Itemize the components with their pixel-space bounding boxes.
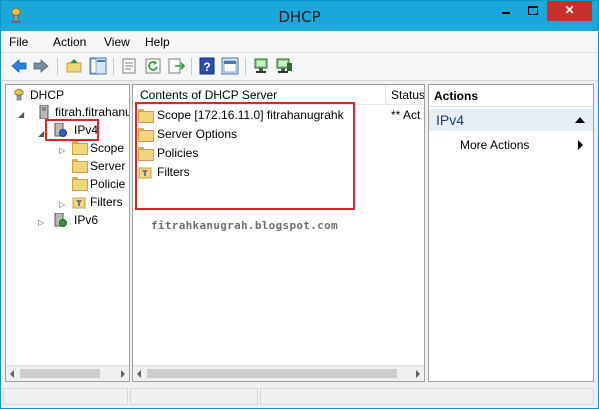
scroll-left-icon[interactable]: [137, 370, 141, 378]
close-button[interactable]: ✕: [547, 1, 592, 21]
show-hide-action-pane-icon[interactable]: [221, 57, 239, 75]
menu-help[interactable]: Help: [145, 35, 170, 49]
close-icon: ✕: [564, 3, 575, 17]
minimize-icon: [502, 12, 510, 14]
menu-action[interactable]: Action: [53, 35, 86, 49]
expand-arrow-icon[interactable]: ▷: [59, 146, 65, 155]
filter-folder-icon: [72, 197, 86, 209]
status-cell-1: [3, 388, 128, 405]
toolbar: ?: [1, 53, 598, 81]
toolbar-separator: [245, 58, 246, 75]
actions-pane: Actions IPv4 More Actions: [428, 84, 594, 382]
toolbar-separator: [57, 58, 58, 75]
folder-icon: [72, 159, 88, 173]
ipv6-server-icon: [54, 213, 67, 227]
help-icon[interactable]: ?: [198, 57, 216, 75]
actions-title: Actions: [429, 85, 593, 107]
contents-highlight-box: [135, 102, 355, 210]
show-hide-tree-icon[interactable]: [89, 57, 107, 75]
server-tower-icon: [39, 105, 49, 119]
status-cell-3: [260, 388, 594, 405]
server-icon[interactable]: [252, 57, 270, 75]
menu-bar: File Action View Help: [1, 31, 598, 53]
title-bar[interactable]: DHCP ✕: [1, 1, 598, 31]
content-horizontal-scrollbar[interactable]: [133, 365, 424, 381]
content-pane: Contents of DHCP Server Status Scope [17…: [132, 84, 425, 382]
scroll-right-icon[interactable]: [121, 370, 125, 378]
status-bar: [1, 385, 598, 408]
minimize-button[interactable]: [493, 1, 519, 21]
status-cell-2: [130, 388, 258, 405]
scroll-left-icon[interactable]: [10, 370, 14, 378]
submenu-arrow-icon[interactable]: [578, 140, 583, 150]
tree-label: Policie: [90, 177, 126, 191]
back-arrow-icon[interactable]: [10, 57, 28, 75]
dhcp-icon: [14, 88, 24, 101]
folder-icon: [72, 141, 88, 155]
status-cell: ** Act: [391, 108, 421, 122]
maximize-button[interactable]: [520, 1, 546, 21]
actions-group-ipv4[interactable]: IPv4: [429, 109, 593, 131]
tree-horizontal-scrollbar[interactable]: [6, 365, 129, 381]
properties-icon[interactable]: [120, 57, 138, 75]
tree-label: IPv6: [74, 213, 99, 227]
expand-arrow-icon[interactable]: ▷: [38, 218, 44, 227]
export-list-icon[interactable]: [167, 57, 185, 75]
actions-group-label: IPv4: [436, 112, 465, 128]
menu-view[interactable]: View: [104, 35, 130, 49]
watermark-text: fitrahkanugrah.blogspot.com: [151, 219, 338, 232]
tree-pane: DHCP ◢ fitrah.fitrahanu ◢ IPv4 ▷ Scope S…: [5, 84, 130, 382]
expand-arrow-icon[interactable]: ▷: [59, 200, 65, 209]
column-header-status[interactable]: Status: [386, 85, 424, 105]
server-authorize-icon[interactable]: [275, 57, 293, 75]
scroll-thumb[interactable]: [20, 369, 100, 378]
tree-label: fitrah.fitrahanu: [55, 105, 130, 119]
tree-label: Server: [90, 159, 126, 173]
tree-label: DHCP: [30, 88, 65, 102]
tree-label: Scope: [90, 141, 125, 155]
up-folder-icon[interactable]: [65, 57, 83, 75]
tree-label: Filters: [90, 195, 123, 209]
toolbar-separator: [191, 58, 192, 75]
scroll-thumb[interactable]: [147, 369, 397, 378]
dhcp-window: DHCP ✕ File Action View Help ? DHCP ◢ fi…: [0, 0, 599, 409]
collapse-arrow-icon[interactable]: ◢: [38, 129, 44, 138]
forward-arrow-icon[interactable]: [32, 57, 50, 75]
maximize-icon: [528, 6, 538, 15]
collapse-arrow-icon[interactable]: ◢: [18, 110, 24, 119]
menu-file[interactable]: File: [9, 35, 28, 49]
ipv4-highlight-box: [45, 119, 99, 141]
svg-text:?: ?: [203, 60, 210, 74]
more-actions-link[interactable]: More Actions: [460, 138, 529, 152]
refresh-icon[interactable]: [144, 57, 162, 75]
folder-icon: [72, 177, 88, 191]
toolbar-separator: [113, 58, 114, 75]
scroll-right-icon[interactable]: [416, 370, 420, 378]
collapse-caret-icon[interactable]: [575, 117, 585, 123]
